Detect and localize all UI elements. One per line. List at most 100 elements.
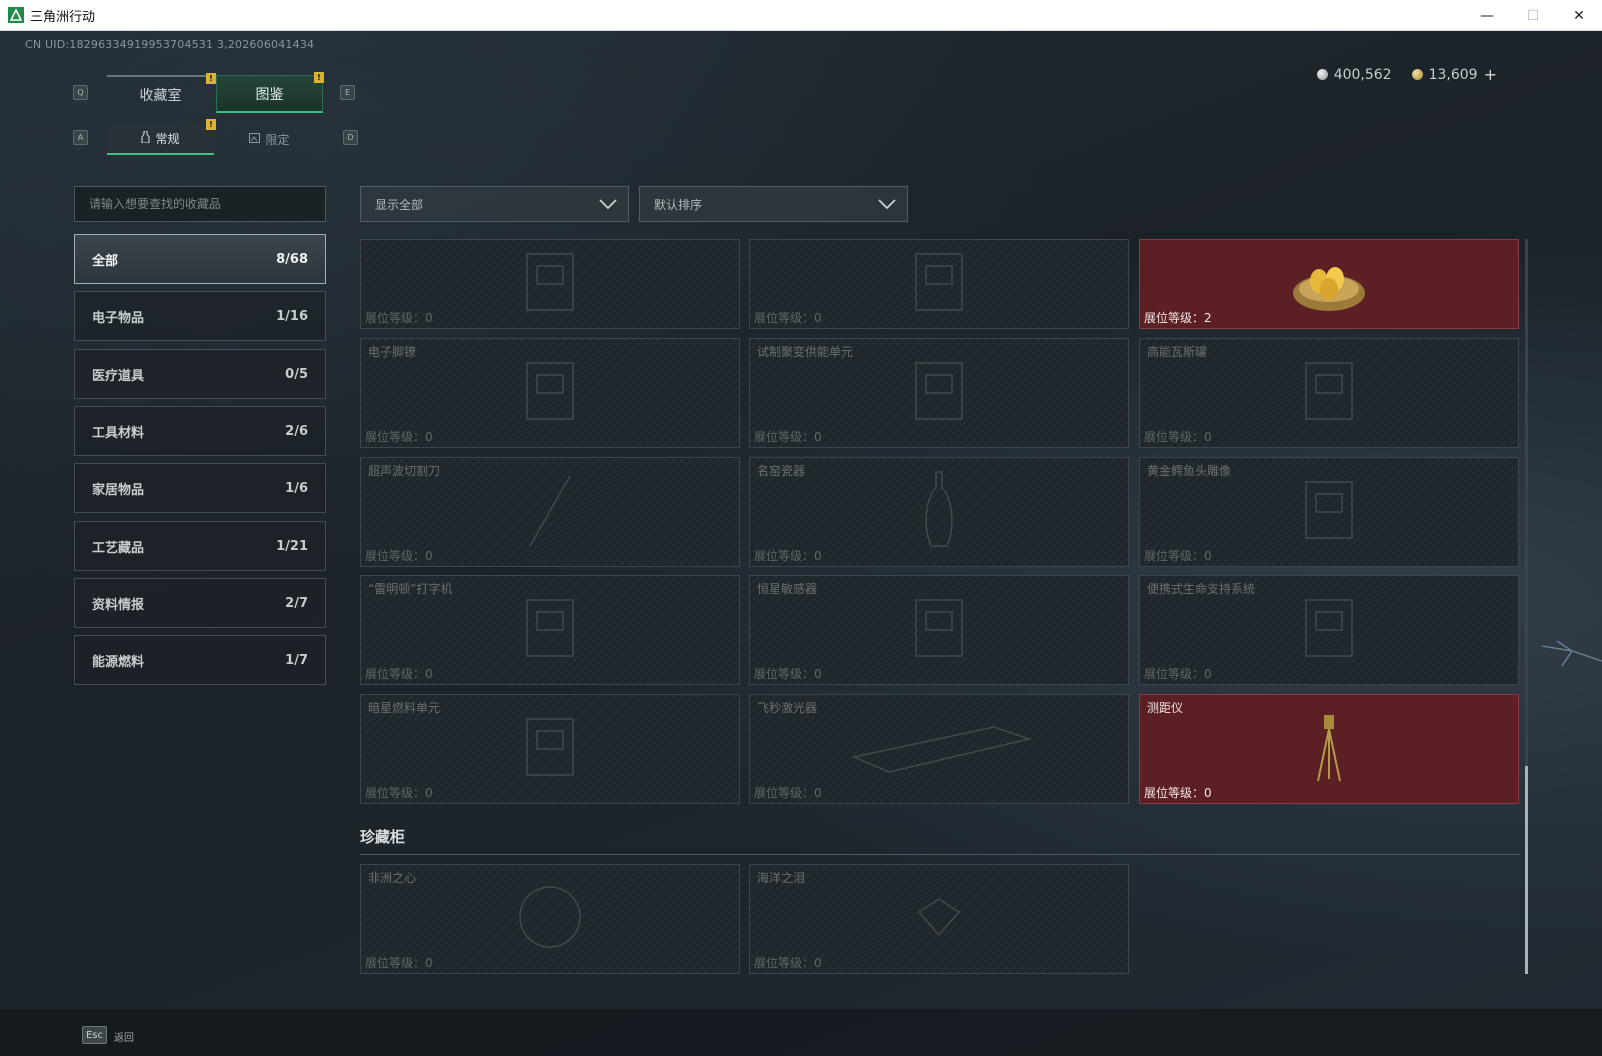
category-count: 1/16 [276,308,308,324]
collection-card[interactable]: 试制聚变供能单元 展位等级：0 [749,338,1129,448]
card-level-value: 0 [814,549,822,563]
card-level-value: 0 [425,311,433,325]
collection-card[interactable]: 名窑瓷器展位等级：0 [749,457,1129,567]
card-level-value: 0 [814,786,822,800]
category-item[interactable]: 工具材料 2/6 [74,406,326,456]
category-item[interactable]: 工艺藏品 1/21 [74,521,326,571]
sort-dropdown[interactable]: 默认排序 [639,186,908,222]
card-name: 恒星敏感器 [757,582,818,596]
porcelain-vase-icon [919,470,959,554]
category-count: 8/68 [276,251,308,267]
section-title-treasure-cabinet: 珍藏柜 [360,828,406,846]
laser-icon [844,717,1034,781]
card-level-label: 展位等级： [365,956,426,970]
card-level-value: 0 [1204,549,1212,563]
category-label: 全部 [92,253,119,269]
card-level: 展位等级：0 [754,784,822,801]
card-level-label: 展位等级： [754,549,815,563]
collection-card[interactable]: 测距仪 展位等级：0 [1139,694,1519,804]
minimize-button[interactable]: — [1464,0,1510,31]
collection-card[interactable]: 展位等级：2 [1139,239,1519,329]
category-label: 电子物品 [92,310,145,326]
scrollbar-thumb[interactable] [1525,766,1528,974]
tab-label: 限定 [265,132,290,147]
silver-currency: 400,562 [1316,66,1392,83]
device-icon [904,242,974,326]
card-level-value: 0 [425,956,433,970]
fusion-unit-icon [904,351,974,435]
collection-card[interactable]: 非洲之心展位等级：0 [360,864,740,974]
lightning-decoration [1541,640,1602,667]
card-level: 展位等级：0 [754,954,822,971]
app-logo-icon [8,7,24,23]
category-item[interactable]: 资料情报 2/7 [74,578,326,628]
collection-card[interactable]: 展位等级：0 [360,239,740,329]
star-sensor-icon [904,588,974,672]
card-level: 展位等级：0 [1144,428,1212,445]
tab-label: 常规 [155,131,180,146]
maximize-button[interactable]: ☐ [1510,0,1556,31]
gold-coin-icon [1411,69,1423,80]
collection-card[interactable]: “雷明顿”打字机 展位等级：0 [360,575,740,685]
category-label: 工具材料 [92,425,145,441]
collection-card[interactable]: 电子脚镣 展位等级：0 [360,338,740,448]
collection-card[interactable]: 恒星敏感器 展位等级：0 [749,575,1129,685]
card-level-label: 展位等级： [1144,430,1205,444]
search-input[interactable] [89,197,325,211]
card-level: 展位等级：0 [365,309,433,326]
collection-card[interactable]: 高能瓦斯罐 展位等级：0 [1139,338,1519,448]
gold-amount: 13,609 [1428,66,1478,83]
category-item[interactable]: 全部 8/68 [74,234,326,284]
category-item[interactable]: 能源燃料 1/7 [74,635,326,685]
collection-card[interactable]: 黄金鳄鱼头雕像 展位等级：0 [1139,457,1519,567]
esc-key-button[interactable]: Esc [82,1026,107,1044]
gold-crocodile-head-icon [1294,470,1364,554]
category-label: 资料情报 [92,597,145,613]
card-name: 非洲之心 [368,871,417,885]
close-button[interactable]: ✕ [1556,0,1602,31]
category-item[interactable]: 家居物品 1/6 [74,463,326,513]
card-name: 试制聚变供能单元 [757,345,854,359]
category-label: 工艺藏品 [92,540,145,556]
card-level: 展位等级：0 [1144,784,1212,801]
category-count: 0/5 [285,366,308,382]
key-hint-q: Q [73,85,88,100]
key-hint-d: D [343,130,358,145]
card-level-label: 展位等级： [754,956,815,970]
card-level-label: 展位等级： [1144,667,1205,681]
tab-codex[interactable]: 图鉴 ! [216,72,324,113]
filter-dropdown[interactable]: 显示全部 [360,186,629,222]
search-box[interactable] [74,186,326,222]
card-level-label: 展位等级： [754,311,815,325]
collection-card[interactable]: 便携式生命支持系统 展位等级：0 [1139,575,1519,685]
card-level-value: 0 [1204,667,1212,681]
add-currency-button[interactable]: + [1484,65,1497,84]
collection-card[interactable]: 超声波切割刀 展位等级：0 [360,457,740,567]
collection-card[interactable]: 暗星燃料单元 展位等级：0 [360,694,740,804]
category-item[interactable]: 电子物品 1/16 [74,291,326,341]
key-hint-e: E [340,85,355,100]
image-icon [249,132,261,146]
category-item[interactable]: 医疗道具 0/5 [74,349,326,399]
card-name: 便携式生命支持系统 [1147,582,1256,596]
game-viewport: CN UID:18296334919953704531 3,2026060414… [0,31,1602,1056]
card-level: 展位等级：0 [754,309,822,326]
card-name: 海洋之泪 [757,871,806,885]
bottle-icon [141,130,150,146]
collection-card[interactable]: 展位等级：0 [749,239,1129,329]
card-level-value: 0 [425,430,433,444]
collection-card[interactable]: 飞秒激光器 展位等级：0 [749,694,1129,804]
card-name: 名窑瓷器 [757,464,806,478]
tab-regular[interactable]: 常规 ! [107,119,216,155]
tab-label: 收藏室 [139,88,182,104]
card-level-label: 展位等级： [365,430,426,444]
collection-card[interactable]: 海洋之泪展位等级：0 [749,864,1129,974]
tab-limited[interactable]: 限定 [216,123,323,155]
section-divider [360,854,1520,855]
chevron-down-icon [878,199,896,210]
tab-collection-room[interactable]: 收藏室 ! [107,73,216,113]
card-level-value: 0 [814,956,822,970]
card-level-label: 展位等级： [365,549,426,563]
window-title: 三角洲行动 [30,9,96,25]
silver-amount: 400,562 [1333,66,1392,83]
